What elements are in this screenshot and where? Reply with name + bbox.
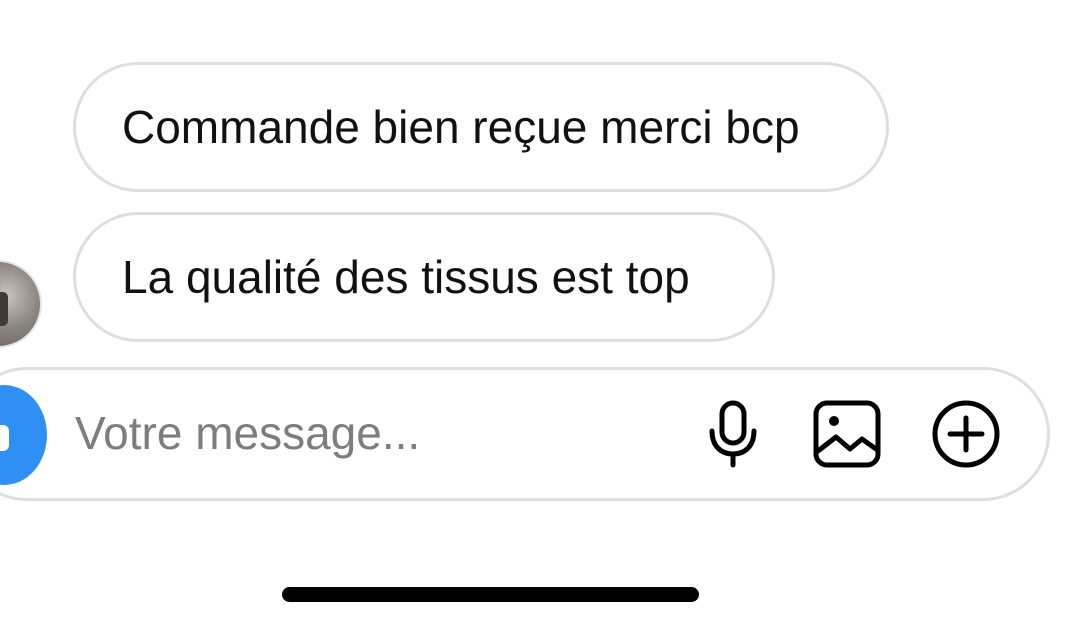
message-bubble[interactable]: Commande bien reçue merci bcp	[73, 62, 889, 192]
microphone-button[interactable]	[697, 398, 769, 470]
message-bubble[interactable]: La qualité des tissus est top	[73, 212, 775, 342]
add-button[interactable]	[930, 398, 1002, 470]
avatar[interactable]	[0, 260, 42, 348]
plus-circle-icon	[932, 400, 1000, 468]
gallery-button[interactable]	[811, 398, 883, 470]
camera-icon	[0, 425, 9, 451]
home-indicator[interactable]	[282, 587, 699, 602]
microphone-icon	[709, 400, 757, 468]
message-input[interactable]	[75, 400, 635, 466]
message-text: La qualité des tissus est top	[122, 251, 690, 303]
chat-screen: Commande bien reçue merci bcp La qualité…	[0, 0, 1075, 626]
image-gallery-icon	[813, 400, 881, 468]
message-text: Commande bien reçue merci bcp	[122, 101, 800, 153]
